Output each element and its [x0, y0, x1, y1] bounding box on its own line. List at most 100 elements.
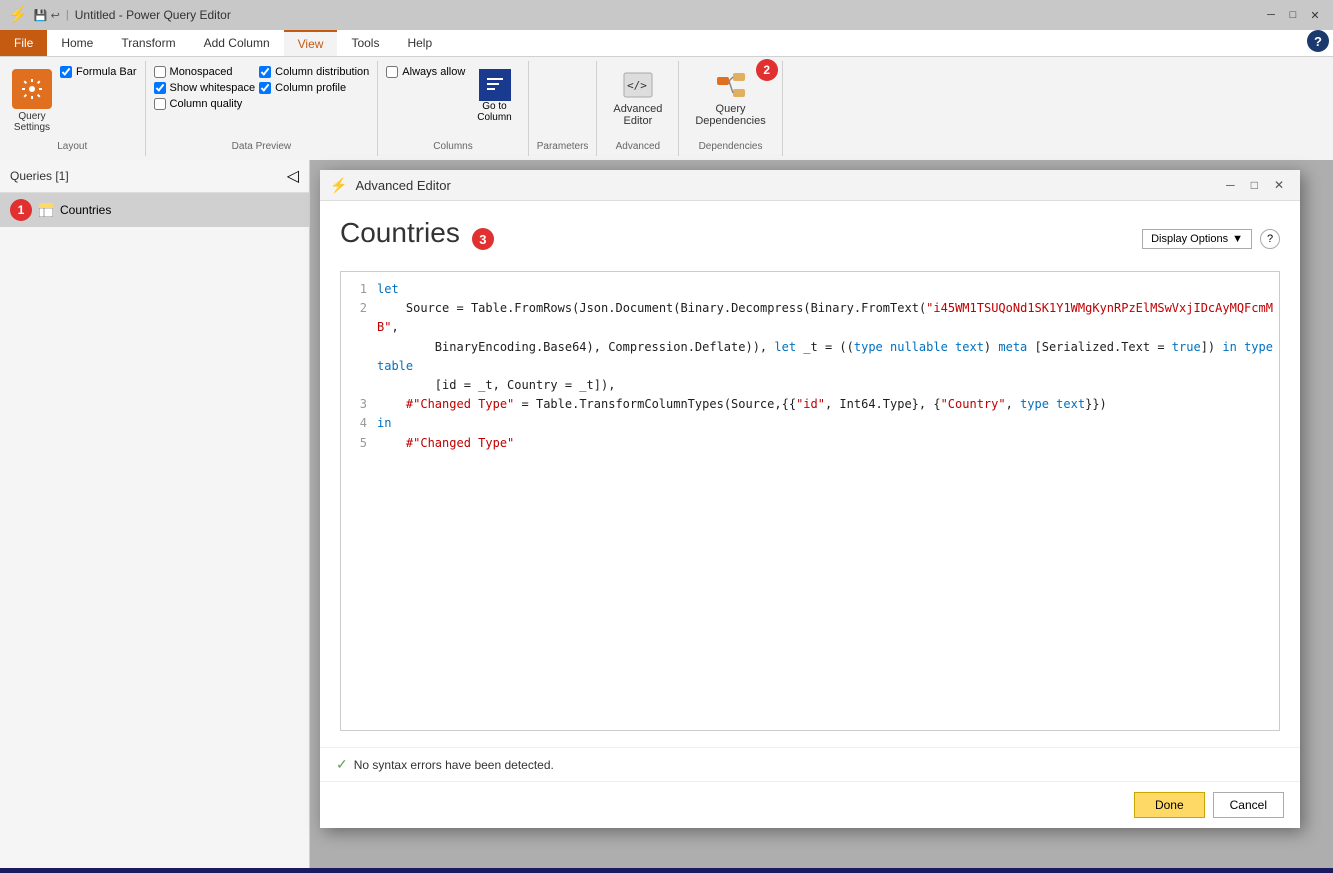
parameters-group-label: Parameters	[537, 137, 589, 152]
monospaced-label: Monospaced	[170, 66, 233, 78]
column-distribution-row[interactable]: Column distribution	[259, 66, 369, 78]
column-quality-row[interactable]: Column quality	[154, 98, 256, 110]
close-button[interactable]: ✕	[1305, 5, 1325, 25]
countries-query-name: Countries	[60, 203, 111, 217]
columns-group-label: Columns	[433, 137, 472, 152]
query-settings-icon	[12, 69, 52, 109]
column-quality-label: Column quality	[170, 98, 243, 110]
line-num-5: 5	[341, 434, 377, 453]
column-profile-row[interactable]: Column profile	[259, 82, 369, 94]
formula-bar-checkbox[interactable]	[60, 66, 72, 78]
tab-help[interactable]: Help	[393, 30, 446, 56]
code-editor[interactable]: 1 let 2 Source = Table.FromRows(Json.Doc…	[340, 271, 1280, 731]
advanced-group-label: Advanced	[616, 137, 660, 152]
editor-help-button[interactable]: ?	[1260, 229, 1280, 249]
code-content-2: Source = Table.FromRows(Json.Document(Bi…	[377, 299, 1279, 337]
advanced-editor-label: Advanced Editor	[613, 103, 662, 127]
display-options-label: Display Options	[1151, 233, 1228, 245]
ribbon-group-dependencies: Query Dependencies 2 Dependencies	[679, 61, 782, 156]
modal-body: Countries 3 Display Options ▼ ?	[320, 201, 1300, 747]
data-preview-items: Monospaced Show whitespace Column qualit…	[154, 65, 370, 137]
goto-column-button[interactable]: Go to Column	[469, 65, 519, 127]
sidebar-collapse-button[interactable]: ◁	[287, 166, 299, 186]
tab-add-column[interactable]: Add Column	[190, 30, 284, 56]
ribbon-tab-row: File Home Transform Add Column View Tool…	[0, 30, 1333, 57]
tab-transform[interactable]: Transform	[107, 30, 189, 56]
query-dependencies-label: Query Dependencies	[695, 103, 765, 127]
line-num-1: 1	[341, 280, 377, 299]
ribbon-group-layout-items: Query Settings Formula Bar	[8, 65, 137, 137]
query-settings-label: Query Settings	[14, 111, 50, 133]
advanced-editor-button[interactable]: </> Advanced Editor	[605, 65, 670, 131]
query-dependencies-button[interactable]: Query Dependencies 2	[687, 65, 773, 131]
sidebar-item-countries[interactable]: 1 Countries	[0, 193, 309, 227]
modal-titlebar: ⚡ Advanced Editor ─ □ ✕	[320, 170, 1300, 201]
ribbon-group-advanced: </> Advanced Editor Advanced	[597, 61, 679, 156]
show-whitespace-label: Show whitespace	[170, 82, 256, 94]
code-line-5: 5 #"Changed Type"	[341, 434, 1279, 453]
modal-maximize-button[interactable]: □	[1245, 176, 1264, 194]
tab-view[interactable]: View	[284, 30, 338, 56]
formula-bar-checkbox-row[interactable]: Formula Bar	[60, 66, 137, 78]
modal-footer: Done Cancel	[320, 781, 1300, 828]
window-title: Untitled - Power Query Editor	[75, 8, 1255, 22]
show-whitespace-checkbox[interactable]	[154, 82, 166, 94]
line-num-3: 3	[341, 395, 377, 414]
modal-minimize-button[interactable]: ─	[1220, 176, 1241, 194]
ribbon-group-data-preview: Monospaced Show whitespace Column qualit…	[146, 61, 379, 156]
layout-checkboxes: Formula Bar	[60, 65, 137, 79]
layout-group-label: Layout	[57, 137, 87, 152]
column-quality-checkbox[interactable]	[154, 98, 166, 110]
always-allow-label: Always allow	[402, 66, 465, 78]
tab-file[interactable]: File	[0, 30, 47, 56]
dependencies-badge: 2	[756, 59, 778, 81]
formula-bar-label: Formula Bar	[76, 66, 137, 78]
always-allow-row[interactable]: Always allow	[386, 66, 465, 78]
code-line-4: 4 in	[341, 414, 1279, 433]
always-allow-checkbox[interactable]	[386, 66, 398, 78]
columns-col1: Always allow	[386, 65, 465, 79]
main-area: Queries [1] ◁ 1 Countries ⚡ Advanced Edi…	[0, 160, 1333, 868]
code-line-2b: BinaryEncoding.Base64), Compression.Defl…	[341, 338, 1279, 376]
ribbon-group-columns: Always allow Go to Column Columns	[378, 61, 528, 156]
code-content-2c: [id = _t, Country = _t]),	[377, 376, 1279, 395]
display-options-button[interactable]: Display Options ▼	[1142, 229, 1252, 249]
modal-title: Advanced Editor	[355, 178, 1212, 193]
column-profile-label: Column profile	[275, 82, 346, 94]
done-button[interactable]: Done	[1134, 792, 1205, 818]
data-preview-group-label: Data Preview	[232, 137, 291, 152]
countries-table-icon	[38, 202, 54, 218]
columns-items: Always allow Go to Column	[386, 65, 519, 137]
column-distribution-checkbox[interactable]	[259, 66, 271, 78]
show-whitespace-row[interactable]: Show whitespace	[154, 82, 256, 94]
modal-overlay: ⚡ Advanced Editor ─ □ ✕ Countries 3	[310, 160, 1333, 868]
window-controls: ─ □ ✕	[1261, 5, 1325, 25]
query-settings-button[interactable]: Query Settings	[8, 65, 56, 137]
sidebar-badge-1: 1	[10, 199, 32, 221]
display-options-arrow: ▼	[1232, 233, 1243, 245]
code-line-2: 2 Source = Table.FromRows(Json.Document(…	[341, 299, 1279, 337]
queries-label: Queries [1]	[10, 169, 69, 183]
code-content-5: #"Changed Type"	[377, 434, 1279, 453]
tab-tools[interactable]: Tools	[337, 30, 393, 56]
status-text: No syntax errors have been detected.	[354, 758, 554, 772]
modal-toolbar: Display Options ▼ ?	[1142, 229, 1280, 249]
code-content-3: #"Changed Type" = Table.TransformColumnT…	[377, 395, 1279, 414]
help-circle-icon[interactable]: ?	[1307, 30, 1329, 52]
line-num-2c	[341, 376, 377, 395]
status-bar: 2 COLUMNS, 3 ROWS Column profiling based…	[0, 868, 1333, 873]
maximize-button[interactable]: □	[1283, 5, 1303, 25]
modal-icon: ⚡	[330, 177, 347, 194]
ribbon-group-parameters: Parameters	[529, 61, 598, 156]
modal-close-button[interactable]: ✕	[1268, 176, 1290, 194]
code-content-1: let	[377, 280, 1279, 299]
minimize-button[interactable]: ─	[1261, 5, 1281, 25]
tab-home[interactable]: Home	[47, 30, 107, 56]
column-profile-checkbox[interactable]	[259, 82, 271, 94]
monospaced-row[interactable]: Monospaced	[154, 66, 256, 78]
advanced-editor-icon: </>	[622, 69, 654, 101]
sidebar: Queries [1] ◁ 1 Countries	[0, 160, 310, 868]
title-bar: ⚡ 💾 ↩ | Untitled - Power Query Editor ─ …	[0, 0, 1333, 30]
monospaced-checkbox[interactable]	[154, 66, 166, 78]
cancel-button[interactable]: Cancel	[1213, 792, 1284, 818]
